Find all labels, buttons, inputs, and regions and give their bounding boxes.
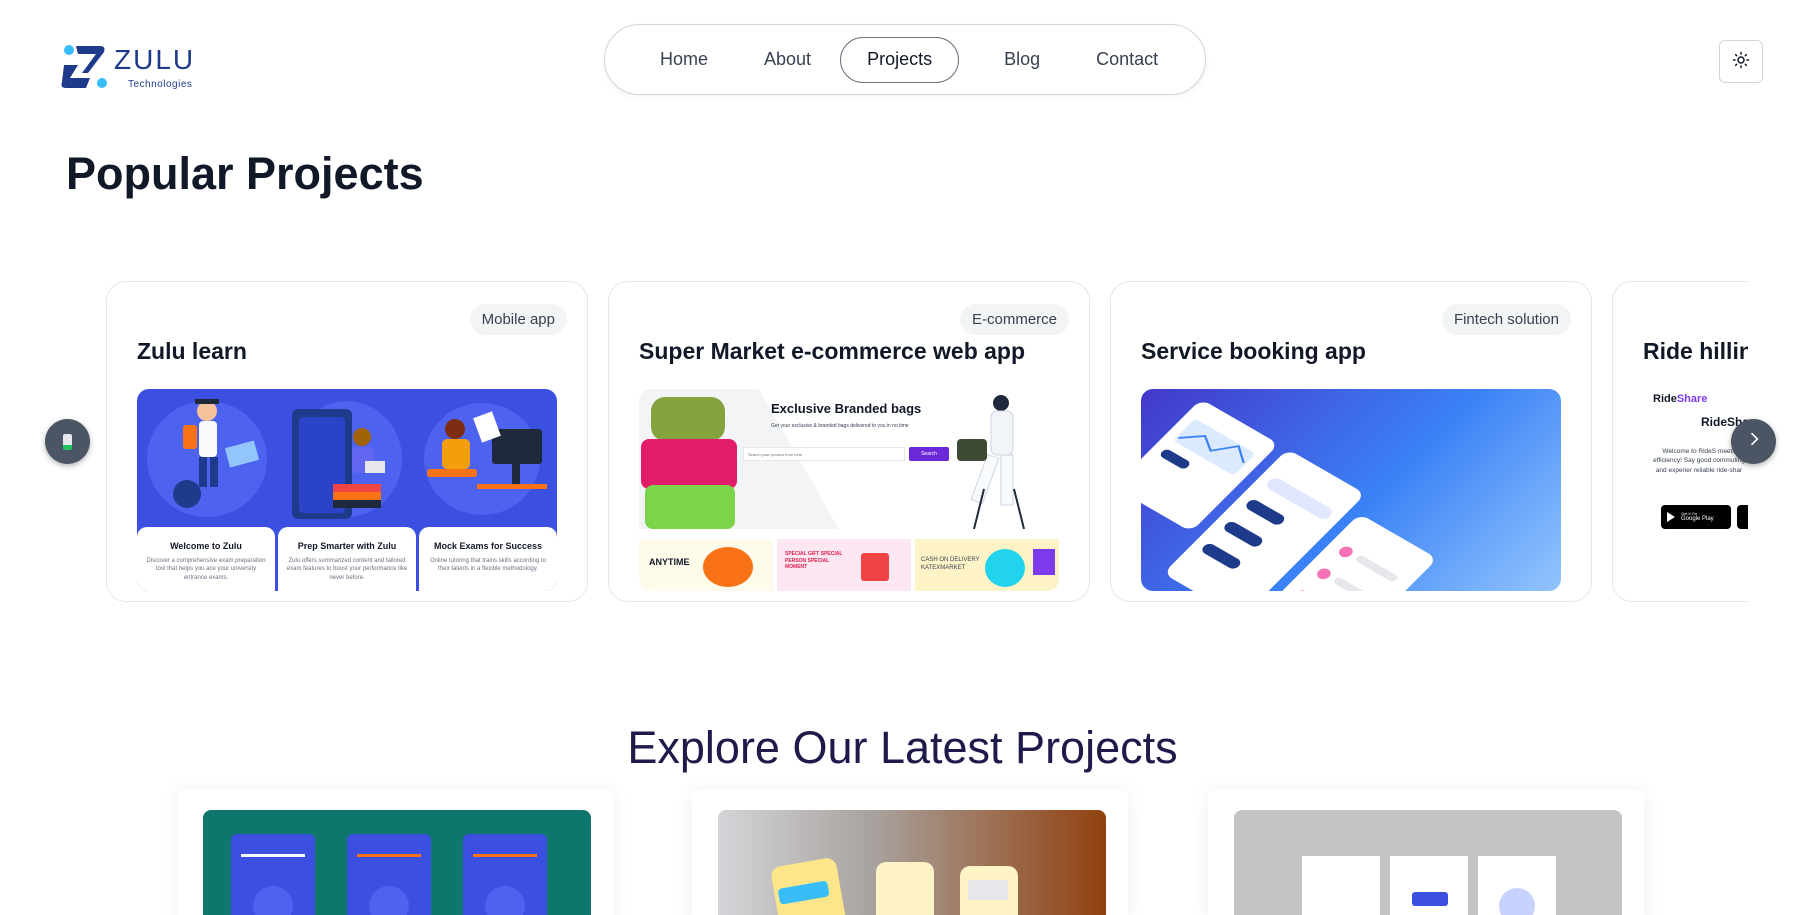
project-title: Ride hillin: [1643, 338, 1748, 364]
main-nav: Home About Projects Blog Contact: [604, 24, 1206, 95]
shopper-figure: [985, 549, 1025, 587]
banner-search-input[interactable]: Search your product from here: [743, 447, 905, 461]
nav-home[interactable]: Home: [637, 37, 731, 83]
search-placeholder: Search your product from here: [748, 452, 803, 457]
rideshare-welcome: Welcome to RideS meets efficiency! Say g…: [1653, 448, 1745, 474]
zulu-logo-icon: [60, 43, 110, 93]
latest-project-card[interactable]: [1208, 790, 1644, 915]
rideshare-brand-share: Share: [1676, 393, 1708, 405]
popular-projects-title: Popular Projects: [66, 148, 424, 199]
panel-text: Discover a comprehensive exam preparatio…: [146, 558, 266, 581]
rideshare-logo: RideShare: [1653, 393, 1707, 405]
project-card-service-booking[interactable]: Fintech solution Service booking app: [1110, 281, 1592, 602]
promo-text: ANYTIME: [649, 557, 690, 567]
brand-subtitle: Technologies: [128, 79, 193, 90]
panel-heading: Prep Smarter with Zulu: [297, 541, 397, 551]
rideshare-brand-ride: Ride: [1653, 393, 1677, 405]
promo-tile-gift: SPECIAL GIFT SPECIAL PERSON SPECIAL MOME…: [777, 539, 911, 591]
rideshare-screens-illustration: [1302, 856, 1556, 915]
category-badge: Mobile app: [469, 304, 567, 335]
play-store-icon: [1667, 512, 1675, 522]
latest-project-card[interactable]: [692, 790, 1128, 915]
nav-blog[interactable]: Blog: [981, 37, 1063, 83]
latest-project-card[interactable]: [177, 790, 613, 915]
brand-logo[interactable]: ZULU Technologies: [60, 42, 200, 94]
store-name: Google Play: [1681, 516, 1714, 522]
promo-text: CASH ON DELIVERY KATEXMARKET: [921, 557, 980, 571]
banner-subtitle: Get your exclusive & branded bags delive…: [771, 423, 909, 429]
latest-project-image: [203, 810, 591, 915]
nav-contact[interactable]: Contact: [1073, 37, 1181, 83]
fintech-phones-illustration: [771, 858, 1018, 915]
promo-tile-anytime: ANYTIME: [639, 539, 773, 591]
project-image-ride-share: RideShare RideShare Welcome to RideS mee…: [1643, 389, 1748, 591]
project-title: Service booking app: [1141, 338, 1366, 364]
promo-tile-cash: CASH ON DELIVERY KATEXMARKET: [915, 539, 1059, 591]
sun-icon: [1732, 51, 1750, 72]
delivery-figure: [703, 547, 753, 587]
carousel-prev-button[interactable]: [45, 419, 90, 464]
google-play-button[interactable]: Get it On Google Play: [1661, 505, 1731, 529]
onboarding-panel: Prep Smarter with Zulu Zulu offers summa…: [278, 527, 416, 591]
latest-projects-title: Explore Our Latest Projects: [627, 722, 1178, 773]
category-badge: E-commerce: [959, 304, 1069, 335]
banner-search-button[interactable]: Search: [911, 449, 947, 460]
app-store-button[interactable]: [1737, 505, 1748, 529]
project-card-zulu-learn[interactable]: Mobile app Zulu learn Welcome to Zulu Di…: [106, 281, 588, 602]
phone-figure: [1033, 549, 1055, 575]
latest-project-image: [1234, 810, 1622, 915]
panel-heading: Mock Exams for Success: [433, 541, 543, 551]
booking-screens-illustration: [1141, 402, 1433, 591]
category-badge: Fintech solution: [1441, 304, 1571, 335]
theme-toggle-button[interactable]: [1719, 40, 1763, 83]
project-card-super-market[interactable]: E-commerce Super Market e-commerce web a…: [608, 281, 1090, 602]
nav-about[interactable]: About: [741, 37, 834, 83]
project-title: Super Market e-commerce web app: [639, 338, 1026, 364]
phone-thumbnail-icon: [63, 433, 72, 450]
brand-name: ZULU: [114, 44, 196, 75]
onboarding-panel: Mock Exams for Success Online tutoring t…: [419, 527, 557, 591]
chevron-right-icon: [1746, 431, 1762, 452]
zulu-screens-illustration: [231, 834, 547, 915]
carousel-next-button[interactable]: [1731, 419, 1776, 464]
project-image-zulu-learn: Welcome to Zulu Discover a comprehensive…: [137, 389, 557, 591]
panel-heading: Welcome to Zulu: [170, 541, 242, 551]
projects-carousel[interactable]: Mobile app Zulu learn Welcome to Zulu Di…: [106, 281, 1748, 603]
rideshare-heading-ride: Ride: [1701, 415, 1728, 429]
project-image-super-market: Exclusive Branded bags Get your exclusiv…: [639, 389, 1059, 591]
project-card-ride-hilling[interactable]: Ride hillin RideShare RideShare Welcome …: [1612, 281, 1748, 602]
promo-text: SPECIAL GIFT SPECIAL PERSON SPECIAL MOME…: [785, 551, 843, 570]
gift-box-figure: [861, 553, 889, 581]
project-image-service-booking: [1141, 389, 1561, 591]
banner-title: Exclusive Branded bags: [771, 401, 922, 416]
panel-text: Zulu offers summarized content and tailo…: [286, 558, 408, 581]
nav-projects[interactable]: Projects: [840, 36, 960, 83]
latest-project-image: [718, 810, 1106, 915]
onboarding-panel: Welcome to Zulu Discover a comprehensive…: [137, 527, 275, 591]
project-title: Zulu learn: [137, 338, 247, 364]
panel-text: Online tutoring that trains skills accor…: [429, 558, 547, 573]
